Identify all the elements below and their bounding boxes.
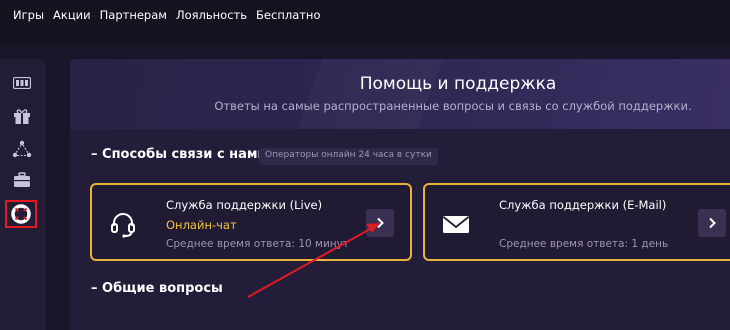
slots-icon[interactable]	[10, 71, 34, 95]
email-support-card[interactable]: Служба поддержки (E-Mail) Среднее время …	[423, 183, 730, 261]
page-title: Помощь и поддержка	[359, 74, 557, 94]
nav-item-free[interactable]: Бесплатно	[256, 8, 320, 22]
faq-section-title: – Общие вопросы	[91, 281, 223, 296]
contact-section-title: – Способы связи с нами	[91, 147, 267, 162]
live-card-title: Служба поддержки (Live)	[166, 198, 323, 212]
top-bar: Игры Акции Партнерам Лояльность Бесплатн…	[0, 0, 730, 45]
sidebar	[0, 59, 46, 330]
briefcase-icon[interactable]	[10, 168, 34, 192]
online-badge: Операторы онлайн 24 часа в сутки	[259, 148, 438, 165]
nav-item-promos[interactable]: Акции	[53, 8, 91, 22]
nav-item-games[interactable]: Игры	[13, 8, 44, 22]
email-card-title: Служба поддержки (E-Mail)	[499, 198, 667, 212]
hero-banner: Помощь и поддержка Ответы на самые распр…	[70, 59, 730, 129]
email-open-button[interactable]	[698, 209, 726, 237]
chevron-right-icon	[377, 217, 384, 229]
live-chat-link[interactable]: Онлайн-чат	[166, 218, 237, 232]
headset-icon	[108, 209, 138, 239]
live-support-card[interactable]: Служба поддержки (Live) Онлайн-чат Средн…	[90, 183, 412, 261]
email-response-time: Среднее время ответа: 1 день	[499, 238, 669, 250]
envelope-icon	[441, 209, 471, 239]
hero-decoration	[297, 59, 442, 129]
live-response-time: Среднее время ответа: 10 минут	[166, 238, 349, 250]
chevron-right-icon	[709, 217, 716, 229]
live-open-button[interactable]	[366, 209, 394, 237]
page-subtitle: Ответы на самые распространенные вопросы…	[214, 99, 692, 113]
lifebuoy-icon[interactable]	[5, 200, 37, 228]
help-panel: Помощь и поддержка Ответы на самые распр…	[70, 59, 730, 330]
top-nav: Игры Акции Партнерам Лояльность Бесплатн…	[13, 8, 321, 22]
nav-item-partners[interactable]: Партнерам	[100, 8, 167, 22]
network-icon[interactable]	[10, 137, 34, 161]
nav-item-loyalty[interactable]: Лояльность	[176, 8, 247, 22]
gift-icon[interactable]	[10, 104, 34, 128]
